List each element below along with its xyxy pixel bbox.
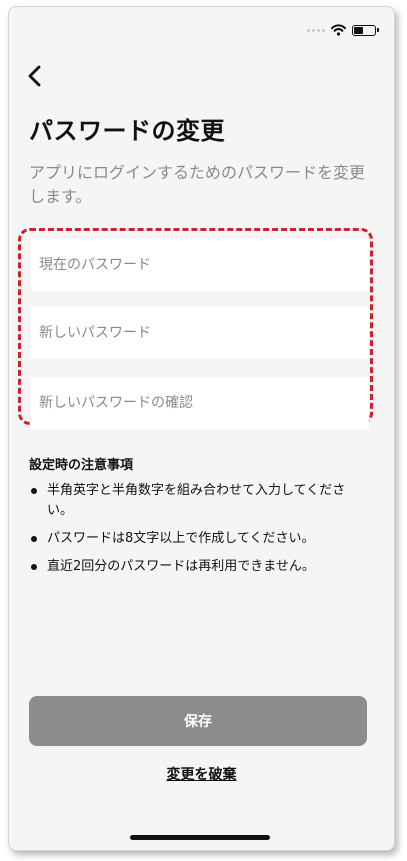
status-bar <box>307 22 379 38</box>
back-button[interactable] <box>23 61 47 91</box>
home-indicator <box>130 835 270 840</box>
bullet-icon <box>31 564 37 570</box>
signal-icon <box>307 28 325 32</box>
bullet-icon <box>31 488 37 494</box>
phone-screen: パスワードの変更 アプリにログインするためのパスワードを変更します。 設定時の注… <box>8 6 395 851</box>
note-item: 直近2回分のパスワードは再利用できません。 <box>29 557 369 577</box>
chevron-left-icon <box>28 65 41 87</box>
page-title: パスワードの変更 <box>29 117 225 145</box>
note-text: 半角英字と半角数字を組み合わせて入力してください。 <box>47 483 346 518</box>
note-text: 直近2回分のパスワードは再利用できません。 <box>47 559 315 574</box>
discard-changes-link[interactable]: 変更を破棄 <box>9 764 394 784</box>
notes-title: 設定時の注意事項 <box>29 458 134 473</box>
new-password-field[interactable] <box>31 307 369 359</box>
notes-list: 半角英字と半角数字を組み合わせて入力してください。 パスワードは8文字以上で作成… <box>29 481 369 585</box>
save-button[interactable]: 保存 <box>29 696 367 746</box>
battery-icon <box>352 24 379 36</box>
wifi-icon <box>331 24 346 36</box>
page-description: アプリにログインするためのパスワードを変更します。 <box>29 163 366 206</box>
confirm-password-field[interactable] <box>31 377 369 429</box>
note-item: パスワードは8文字以上で作成してください。 <box>29 529 369 549</box>
note-item: 半角英字と半角数字を組み合わせて入力してください。 <box>29 481 369 521</box>
current-password-field[interactable] <box>31 239 369 291</box>
bullet-icon <box>31 536 37 542</box>
note-text: パスワードは8文字以上で作成してください。 <box>47 531 315 546</box>
